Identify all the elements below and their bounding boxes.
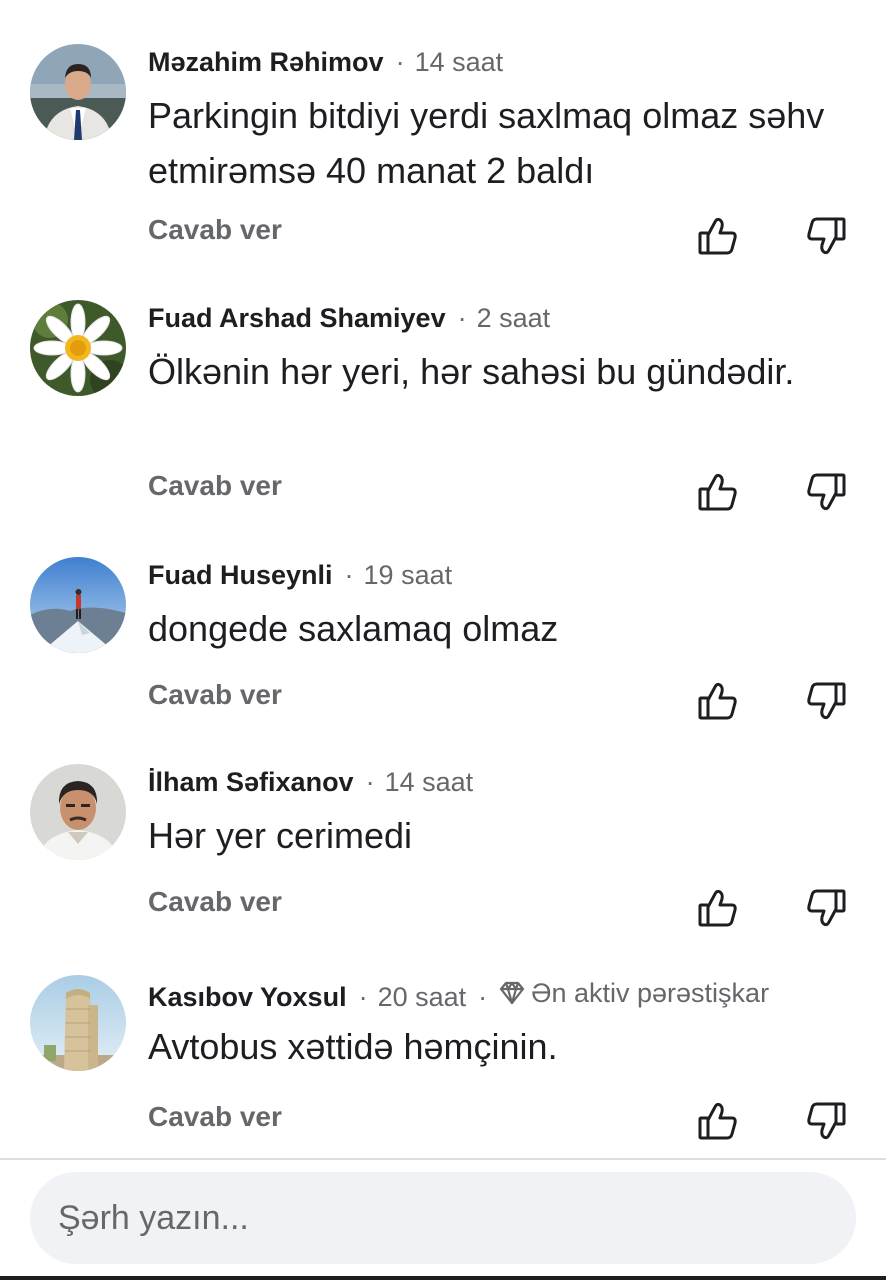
top-fan-badge: Ən aktiv pərəstişkar [497,975,769,1011]
comments-screen: Məzahim Rəhimov · 14 saat Parkingin bitdiy… [0,0,886,1280]
thumbs-up-icon[interactable] [696,679,740,723]
avatar[interactable] [30,44,126,140]
thumbs-down-icon[interactable] [804,470,848,514]
avatar[interactable] [30,557,126,653]
diamond-icon [500,981,525,1005]
author-name[interactable]: İlham Səfixanov [148,767,354,797]
thumbs-up-icon[interactable] [696,1099,740,1143]
avatar[interactable] [30,764,126,860]
thumbs-down-icon[interactable] [804,1099,848,1143]
badge-label: Ən aktiv pərəstişkar [531,978,770,1008]
thumbs-down-icon[interactable] [804,886,848,930]
avatar[interactable] [30,975,126,1071]
comment-time: 14 saat [384,767,474,797]
thumbs-up-icon[interactable] [696,470,740,514]
comment-text: Parkingin bitdiyi yerdi saxlmaq olmaz sə… [148,95,825,191]
avatar[interactable] [30,300,126,396]
comment-text: dongede saxlamaq olmaz [148,608,559,649]
comment-time: 19 saat [363,560,453,590]
comment-text: Hər yer cerimedi [148,815,413,856]
author-name[interactable]: Fuad Arshad Shamiyev [148,303,446,333]
comment-text: Avtobus xəttidə həmçinin. [148,1026,558,1067]
comment-text: Ölkənin hər yeri, hər sahəsi bu gündədir… [148,351,795,392]
reply-button[interactable]: Cavab ver [148,886,282,918]
reply-button[interactable]: Cavab ver [148,1101,282,1133]
thumbs-down-icon[interactable] [804,679,848,723]
thumbs-up-icon[interactable] [696,214,740,258]
comment-input[interactable] [30,1172,818,1264]
composer-divider [0,1158,886,1160]
comment-time: 20 saat [377,982,467,1012]
author-name[interactable]: Kasıbov Yoxsul [148,982,347,1012]
reply-button[interactable]: Cavab ver [148,679,282,711]
author-name[interactable]: Məzahim Rəhimov [148,47,384,77]
reply-button[interactable]: Cavab ver [148,214,282,246]
author-name[interactable]: Fuad Huseynli [148,560,333,590]
bottom-edge [0,1276,886,1280]
comment-composer[interactable] [30,1172,856,1264]
thumbs-down-icon[interactable] [804,214,848,258]
comment-time: 2 saat [476,303,551,333]
reply-button[interactable]: Cavab ver [148,470,282,502]
thumbs-up-icon[interactable] [696,886,740,930]
comment-time: 14 saat [414,47,504,77]
